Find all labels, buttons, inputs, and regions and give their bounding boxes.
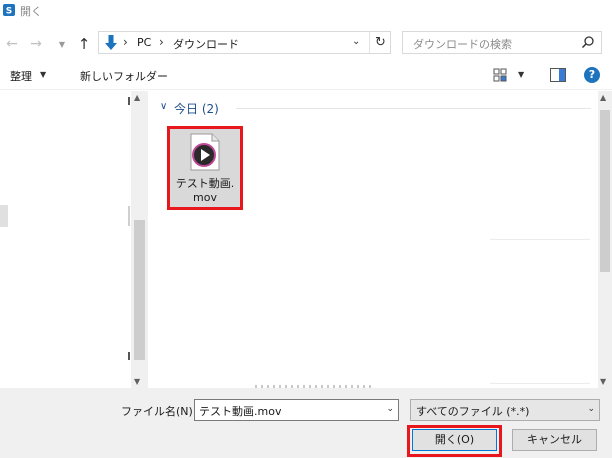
command-bar: 整理 ▼ 新しいフォルダー ▼ ? (0, 62, 612, 90)
organize-button[interactable]: 整理 (10, 68, 32, 84)
scroll-down-icon[interactable]: ▼ (600, 377, 606, 386)
scroll-up-icon[interactable]: ▲ (134, 93, 140, 102)
navigation-bar: ← → ▼ ↑ › PC › ダウンロード ⌄ ↻ ダウンロードの検索 (0, 28, 612, 62)
nav-pane-scroll-thumb[interactable] (134, 220, 145, 360)
filename-label: ファイル名(N): (121, 405, 197, 418)
refresh-icon[interactable]: ↻ (369, 32, 391, 53)
download-folder-icon (105, 35, 117, 50)
file-name-line1: テスト動画. (175, 177, 235, 190)
chevron-down-icon[interactable]: ⌄ (386, 404, 394, 414)
breadcrumb-pc[interactable]: PC (137, 36, 151, 49)
chevron-down-icon[interactable]: ⌄ (587, 404, 595, 414)
breadcrumb-downloads[interactable]: ダウンロード (173, 36, 239, 52)
new-folder-button[interactable]: 新しいフォルダー (80, 68, 168, 84)
search-placeholder: ダウンロードの検索 (413, 38, 512, 51)
file-name-line2: mov (193, 191, 217, 204)
search-input[interactable]: ダウンロードの検索 (402, 31, 602, 54)
arrow-up-icon[interactable]: ↑ (74, 33, 94, 55)
change-view-icon[interactable] (493, 68, 507, 82)
preview-pane-icon[interactable] (550, 68, 566, 82)
address-bar[interactable]: › PC › ダウンロード ⌄ ↻ (98, 31, 391, 54)
address-dropdown-icon[interactable]: ⌄ (352, 36, 360, 47)
open-button[interactable]: 開く(O) (412, 429, 497, 451)
video-file-icon (190, 133, 220, 171)
group-header[interactable]: 今日 (2) (174, 100, 219, 117)
chevron-down-icon[interactable]: ∨ (160, 101, 167, 112)
group-divider (236, 108, 591, 109)
chevron-down-icon[interactable]: ▼ (56, 33, 68, 55)
filetype-value[interactable]: すべてのファイル (*.*) (416, 403, 529, 419)
app-icon: S (3, 4, 15, 16)
caret-down-icon[interactable]: ▼ (40, 70, 46, 79)
divider (490, 239, 590, 240)
file-name: テスト動画. mov (170, 177, 240, 205)
scroll-up-icon[interactable]: ▲ (600, 93, 606, 102)
splitter-mark (128, 352, 130, 360)
divider (490, 383, 590, 384)
splitter-mark (128, 97, 130, 105)
navigation-pane[interactable] (0, 91, 148, 388)
caret-down-icon[interactable]: ▼ (518, 70, 524, 79)
filetype-select[interactable]: すべてのファイル (*.*) ⌄ (410, 399, 600, 421)
title-bar: S 開く (0, 0, 612, 28)
filename-value[interactable]: テスト動画.mov (199, 403, 281, 419)
filename-input[interactable]: テスト動画.mov ⌄ (194, 399, 399, 421)
arrow-left-icon[interactable]: ← (2, 33, 22, 55)
svg-text:S: S (6, 7, 12, 17)
cancel-button[interactable]: キャンセル (512, 429, 597, 451)
chevron-right-icon[interactable]: › (159, 35, 164, 49)
search-icon[interactable] (581, 35, 595, 49)
splitter-mark (128, 206, 130, 226)
chevron-right-icon[interactable]: › (123, 35, 128, 49)
arrow-right-icon[interactable]: → (26, 33, 46, 55)
content-scroll-thumb[interactable] (600, 110, 610, 272)
window-title: 開く (20, 5, 42, 18)
help-icon[interactable]: ? (584, 67, 600, 83)
nav-pane-selection (0, 205, 8, 227)
scroll-down-icon[interactable]: ▼ (134, 377, 140, 386)
file-item[interactable]: テスト動画. mov (167, 126, 243, 210)
